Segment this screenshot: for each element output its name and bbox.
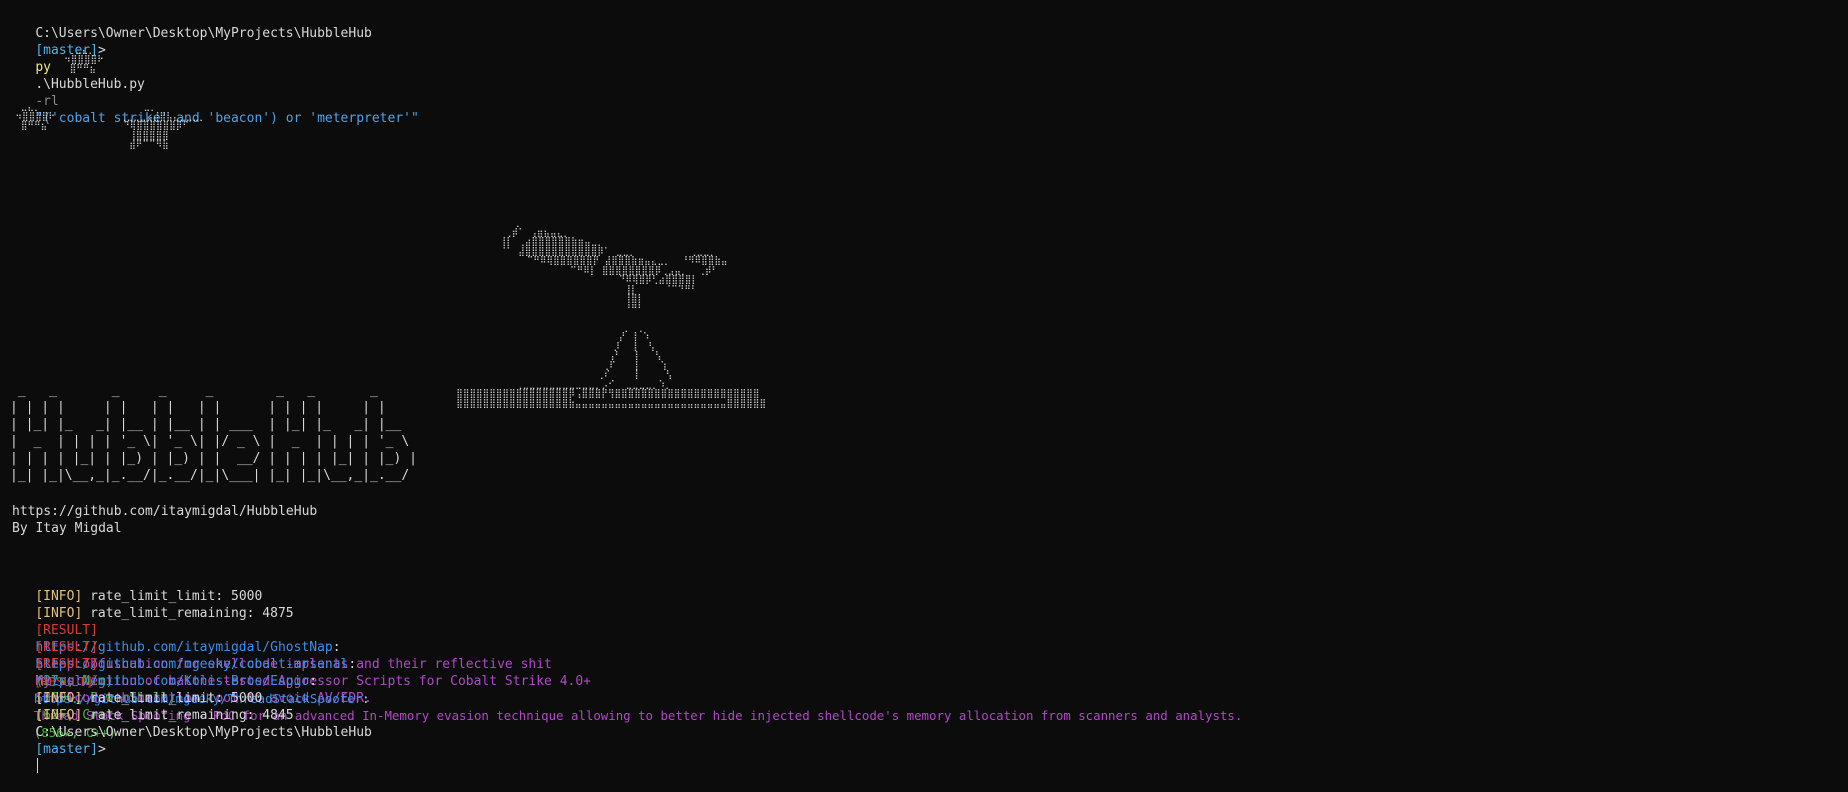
telescope-ascii-art: ⡀ ⢀⡾⠁ ⢠⣶⣦⣤⣄⡀ ⢸⡇ ⢀⣴⣿⣿⣿⣿⣿⣿⣷⣶⣤⣀⡀ ⠈⠁ ⣼⣿⣿⣿⣿⣿⣿… [456, 218, 767, 409]
result-line: [RESULT] https://github.com/Konis-Bros/E… [35, 657, 372, 723]
text-cursor [37, 758, 39, 773]
terminal-window[interactable]: C:\Users\Owner\Desktop\MyProjects\Hubble… [0, 0, 1848, 773]
stars-ascii-art: ⣀⣄⡀ ⠲⣿⣿⣿⣿⠗ ⣿⠛⠛⣦ ⣀⣄⡀ ⣀⡀ ⠲⣿⣿⣿⣿⠗ ⢀⣀⣀⣀⣠⣼⣿⣧⣄⣀… [15, 45, 206, 150]
result-line: [RESULT] https://github.com/itaymigdal/G… [35, 623, 552, 689]
final-prompt-line[interactable]: C:\Users\Owner\Desktop\MyProjects\Hubble… [4, 707, 372, 773]
command-line: C:\Users\Owner\Desktop\MyProjects\Hubble… [4, 8, 419, 126]
repo-url: https://github.com/itaymigdal/HubbleHub [12, 504, 318, 519]
git-branch: [master] [35, 742, 98, 757]
log-line: [INFO] rate_limit_limit: 5000 [4, 571, 262, 604]
log-line: [INFO] rate_limit_remaining: 4875 [4, 588, 293, 621]
hubblehub-logo: _ _ _ _ _ _ _ _ | | | | | | | | | | | | … [10, 383, 417, 483]
author-line: By Itay Migdal [12, 521, 122, 536]
log-line: [INFO] rate_limit_limit: 5000 [4, 673, 262, 706]
log-line: [INFO] rate_limit_remaining: 4845 [4, 690, 293, 723]
prompt-path: C:\Users\Owner\Desktop\MyProjects\Hubble… [35, 725, 372, 740]
prompt-path: C:\Users\Owner\Desktop\MyProjects\Hubble… [35, 26, 372, 41]
prompt-symbol: > [97, 742, 106, 757]
result-line: [RESULT] https://github.com/mgeeky/cobal… [35, 640, 592, 706]
result-line: [RESULT] https://github.com/mgeeky/Threa… [33, 674, 1243, 740]
